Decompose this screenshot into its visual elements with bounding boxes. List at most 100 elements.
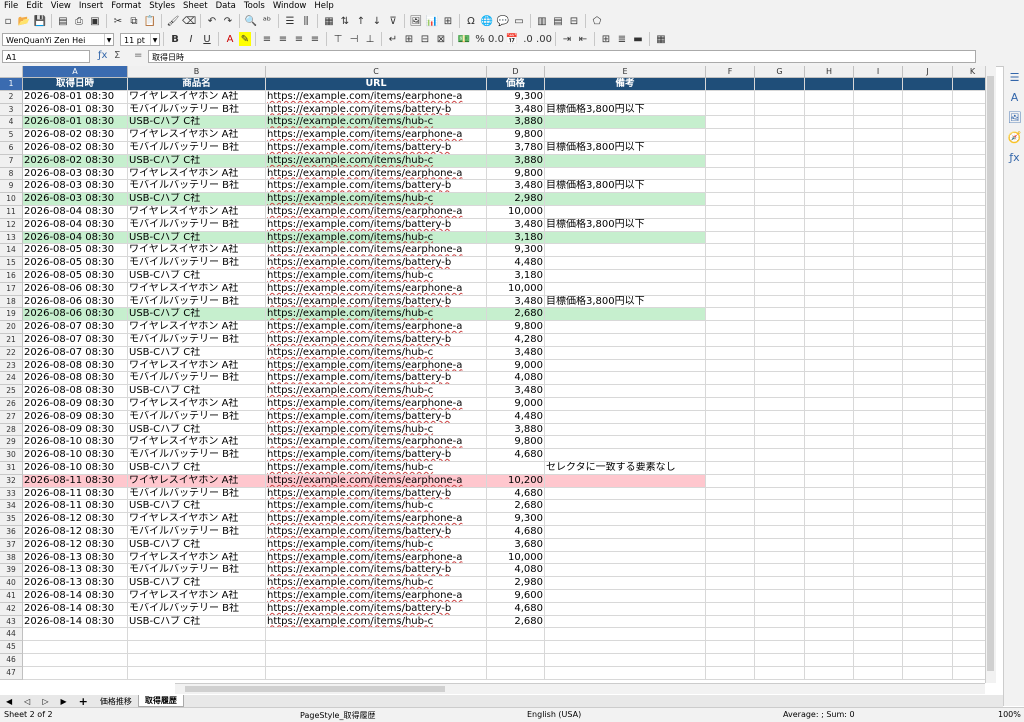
empty-cell[interactable] — [953, 385, 985, 398]
cell-note[interactable] — [545, 359, 706, 373]
empty-cell[interactable] — [706, 436, 755, 450]
delete-decimal-icon[interactable]: .00 — [536, 32, 552, 46]
empty-cell[interactable] — [854, 526, 903, 539]
cell-timestamp[interactable]: 2026-08-04 08:30 — [23, 206, 128, 219]
empty-cell[interactable] — [706, 154, 755, 168]
empty-cell[interactable] — [953, 334, 985, 347]
cell-product[interactable]: USB-Cハブ C社 — [128, 615, 266, 629]
empty-cell[interactable] — [755, 206, 805, 219]
cell-timestamp[interactable]: 2026-08-14 08:30 — [23, 590, 128, 603]
cell-timestamp[interactable]: 2026-08-09 08:30 — [23, 423, 128, 437]
cell-product[interactable]: モバイルバッテリー B社 — [128, 372, 266, 386]
empty-cell[interactable] — [903, 129, 953, 142]
empty-cell[interactable] — [953, 257, 985, 270]
cell-url[interactable]: https://example.com/items/battery-b — [266, 449, 487, 462]
empty-cell[interactable] — [706, 372, 755, 386]
empty-cell[interactable] — [953, 116, 985, 130]
cell-note[interactable]: セレクタに一致する要素なし — [545, 462, 706, 475]
empty-cell[interactable] — [706, 500, 755, 514]
cell-product[interactable]: モバイルバッテリー B社 — [128, 487, 266, 501]
row-icon[interactable]: ☰ — [283, 14, 297, 28]
cell-timestamp[interactable]: 2026-08-13 08:30 — [23, 551, 128, 565]
empty-cell[interactable] — [706, 90, 755, 104]
border-style-icon[interactable]: ≣ — [615, 32, 629, 46]
cell-timestamp[interactable]: 2026-08-05 08:30 — [23, 270, 128, 283]
empty-cell[interactable] — [805, 398, 854, 411]
cell-price[interactable]: 3,480 — [487, 295, 545, 309]
cell-product[interactable]: USB-Cハブ C社 — [128, 462, 266, 475]
empty-cell[interactable] — [755, 295, 805, 309]
empty-cell[interactable] — [854, 206, 903, 219]
cell-note[interactable]: 目標価格3,800円以下 — [545, 295, 706, 309]
row-header[interactable]: 12 — [0, 218, 23, 232]
row-header[interactable]: 33 — [0, 487, 23, 501]
cell-price[interactable]: 10,200 — [487, 474, 545, 488]
empty-cell[interactable] — [854, 564, 903, 578]
empty-cell[interactable] — [903, 449, 953, 462]
empty-cell[interactable] — [755, 180, 805, 194]
cell-timestamp[interactable]: 2026-08-07 08:30 — [23, 334, 128, 347]
empty-cell[interactable] — [706, 270, 755, 283]
cell-price[interactable]: 3,480 — [487, 385, 545, 398]
empty-cell[interactable] — [755, 193, 805, 206]
cell-note[interactable] — [545, 474, 706, 488]
empty-cell[interactable] — [903, 308, 953, 322]
cell-url[interactable]: https://example.com/items/earphone-a — [266, 244, 487, 258]
cell-url[interactable]: https://example.com/items/battery-b — [266, 218, 487, 232]
cell-price[interactable]: 3,480 — [487, 180, 545, 194]
cell-note[interactable] — [545, 346, 706, 360]
align-middle-icon[interactable]: ⊣ — [347, 32, 361, 46]
italic-icon[interactable]: I — [184, 32, 198, 46]
last-sheet-icon[interactable]: ▶ — [54, 696, 72, 707]
empty-cell[interactable] — [903, 346, 953, 360]
cell-note[interactable]: 目標価格3,800円以下 — [545, 103, 706, 117]
date-format-icon[interactable]: 📅 — [505, 32, 519, 46]
empty-cell[interactable] — [805, 602, 854, 616]
empty-cell[interactable] — [128, 628, 266, 642]
cell-timestamp[interactable]: 2026-08-12 08:30 — [23, 538, 128, 552]
cell-product[interactable]: USB-Cハブ C社 — [128, 577, 266, 590]
empty-cell[interactable] — [755, 577, 805, 590]
next-sheet-icon[interactable]: ▷ — [36, 696, 54, 707]
empty-cell[interactable] — [903, 218, 953, 232]
cell-product[interactable]: ワイヤレスイヤホン A社 — [128, 359, 266, 373]
cell-note[interactable] — [545, 526, 706, 539]
row-header[interactable]: 6 — [0, 142, 23, 155]
cell-price[interactable]: 9,000 — [487, 359, 545, 373]
save-icon[interactable]: 💾 — [33, 14, 47, 28]
empty-cell[interactable] — [953, 513, 985, 526]
column-header-j[interactable]: J — [903, 66, 953, 78]
column-header-k[interactable]: K — [953, 66, 985, 78]
cell-url[interactable]: https://example.com/items/earphone-a — [266, 129, 487, 142]
empty-cell[interactable] — [854, 423, 903, 437]
new-icon[interactable]: ▫ — [1, 14, 15, 28]
cell-price[interactable]: 9,300 — [487, 90, 545, 104]
empty-cell[interactable] — [755, 167, 805, 181]
show-draw-functions-icon[interactable]: ⬠ — [590, 14, 604, 28]
empty-cell[interactable] — [903, 142, 953, 155]
cell-price[interactable]: 10,000 — [487, 551, 545, 565]
merge-cells-icon[interactable]: ⊟ — [418, 32, 432, 46]
empty-cell[interactable] — [23, 628, 128, 642]
empty-cell[interactable] — [953, 411, 985, 424]
row-header[interactable]: 21 — [0, 334, 23, 347]
empty-cell[interactable] — [953, 526, 985, 539]
empty-cell[interactable] — [903, 385, 953, 398]
empty-cell[interactable] — [706, 295, 755, 309]
empty-cell[interactable] — [755, 551, 805, 565]
cell-note[interactable] — [545, 564, 706, 578]
empty-cell[interactable] — [805, 308, 854, 322]
empty-cell[interactable] — [755, 346, 805, 360]
cell-note[interactable] — [545, 551, 706, 565]
cell-price[interactable]: 10,000 — [487, 282, 545, 296]
cell-price[interactable]: 9,300 — [487, 513, 545, 526]
highlight-color-icon[interactable]: ✎ — [239, 32, 251, 46]
empty-cell[interactable] — [805, 359, 854, 373]
cell-timestamp[interactable]: 2026-08-10 08:30 — [23, 462, 128, 475]
row-header[interactable]: 42 — [0, 602, 23, 616]
menu-file[interactable]: File — [0, 0, 22, 12]
cell-url[interactable]: https://example.com/items/battery-b — [266, 180, 487, 194]
empty-cell[interactable] — [953, 449, 985, 462]
cell-timestamp[interactable]: 2026-08-12 08:30 — [23, 513, 128, 526]
cell-product[interactable]: USB-Cハブ C社 — [128, 385, 266, 398]
